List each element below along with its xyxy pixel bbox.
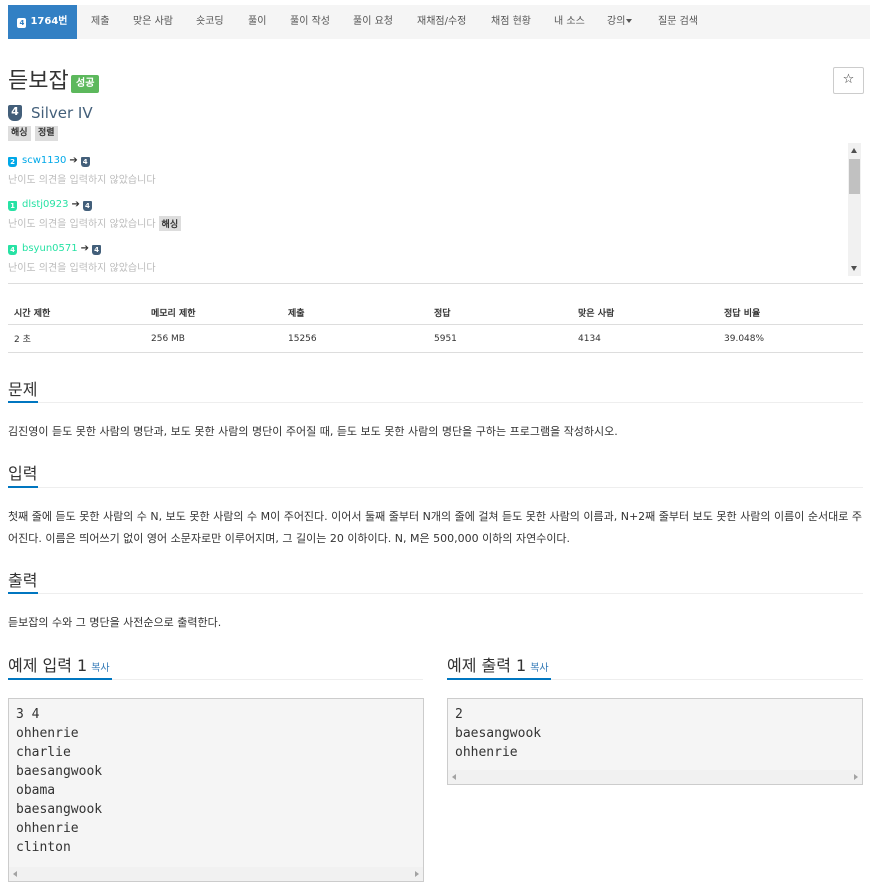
tier-icon: 4 <box>17 18 27 28</box>
table-header: 맞은 사람 <box>572 300 718 325</box>
problem-title: 듣보잡 <box>8 69 69 94</box>
divider <box>8 283 863 284</box>
heading-underline <box>8 486 38 488</box>
nav-rejudge[interactable]: 재채점/수정 <box>417 5 466 39</box>
opinion-note-text: 난이도 의견을 입력하지 않았습니다 <box>8 263 156 274</box>
nav-submit[interactable]: 제출 <box>91 5 109 39</box>
horizontal-scrollbar[interactable] <box>9 867 423 881</box>
table-header: 시간 제한 <box>8 300 145 325</box>
output-description: 듣보잡의 수와 그 명단을 사전순으로 출력한다. <box>8 616 222 629</box>
table-header: 정답 <box>428 300 572 325</box>
tier-icon: 4 <box>92 245 101 255</box>
sample-output-heading: 예제 출력 1 복사 <box>447 652 549 676</box>
scroll-down-icon[interactable] <box>851 266 857 271</box>
table-header-row: 시간 제한 메모리 제한 제출 정답 맞은 사람 정답 비율 <box>8 300 863 325</box>
sample-input-text: 3 4 ohhenrie charlie baesangwook obama b… <box>16 707 103 855</box>
algorithm-tag[interactable]: 정렬 <box>35 126 58 141</box>
nav-lectures-dropdown[interactable]: 강의 <box>607 5 633 39</box>
nav-write-solution[interactable]: 풀이 작성 <box>290 5 330 39</box>
table-row: 2 초 256 MB 15256 5951 4134 39.048% <box>8 324 863 353</box>
opinion-tag: 해싱 <box>158 216 182 231</box>
heading-underline <box>8 592 38 594</box>
input-heading: 입력 <box>8 464 38 483</box>
table-cell: 256 MB <box>145 324 282 353</box>
nav-my-source[interactable]: 내 소스 <box>554 5 585 39</box>
user-link[interactable]: bsyun0571 <box>22 243 78 254</box>
nav-question-search[interactable]: 질문 검색 <box>658 5 698 39</box>
sample-output-box[interactable]: 2 baesangwook ohhenrie <box>447 698 863 785</box>
table-cell: 39.048% <box>718 324 863 353</box>
tier-icon: 4 <box>82 201 92 211</box>
table-header: 정답 비율 <box>718 300 863 325</box>
difficulty-opinions-list: 2 scw1130 ➔ 4 난이도 의견을 입력하지 않았습니다 1 dlstj0923… <box>8 143 844 276</box>
opinion-note-text: 난이도 의견을 입력하지 않았습니다 <box>8 219 156 230</box>
nav-judge-status[interactable]: 채점 현황 <box>491 5 531 39</box>
copy-output-button[interactable]: 복사 <box>530 663 548 674</box>
heading-underline <box>8 401 38 403</box>
nav-solved-users[interactable]: 맞은 사람 <box>133 5 173 39</box>
nav-solutions[interactable]: 풀이 <box>248 5 266 39</box>
opinion-note: 난이도 의견을 입력하지 않았습니다 <box>8 259 156 274</box>
table-header: 제출 <box>282 300 428 325</box>
nav-tab-problem[interactable]: 4 1764번 <box>8 5 77 39</box>
section-divider <box>8 487 863 488</box>
scroll-thumb[interactable] <box>849 159 860 194</box>
scroll-right-icon[interactable] <box>854 774 858 780</box>
problem-heading: 문제 <box>8 380 38 399</box>
section-divider <box>8 593 863 594</box>
table-cell: 4134 <box>572 324 718 353</box>
nav-short-coding[interactable]: 숏코딩 <box>196 5 224 39</box>
opinions-scrollbar[interactable] <box>848 143 861 276</box>
scroll-left-icon[interactable] <box>452 774 456 780</box>
tier-icon: 4 <box>8 245 17 255</box>
nav-lectures-label: 강의 <box>607 16 626 27</box>
star-button[interactable]: ☆ <box>833 67 864 94</box>
nav-tab-problem-label: 1764번 <box>30 16 68 27</box>
table-cell: 15256 <box>282 324 428 353</box>
output-heading: 출력 <box>8 571 38 590</box>
problem-info-table: 시간 제한 메모리 제한 제출 정답 맞은 사람 정답 비율 2 초 256 M… <box>8 300 863 353</box>
nav-request-solution[interactable]: 풀이 요청 <box>353 5 393 39</box>
scroll-left-icon[interactable] <box>13 871 17 877</box>
heading-underline <box>447 678 551 680</box>
problem-description: 김진영이 듣도 못한 사람의 명단과, 보도 못한 사람의 명단이 주어질 때,… <box>8 425 618 438</box>
opinion-note-text: 난이도 의견을 입력하지 않았습니다 <box>8 175 156 186</box>
table-header: 메모리 제한 <box>145 300 282 325</box>
tier-icon: 4 <box>80 157 90 167</box>
opinion-user: 2 scw1130 ➔ 4 <box>8 155 95 167</box>
table-cell: 5951 <box>428 324 572 353</box>
opinion-note: 난이도 의견을 입력하지 않았습니다 해싱 <box>8 215 182 231</box>
scroll-up-icon[interactable] <box>851 148 857 153</box>
scroll-right-icon[interactable] <box>415 871 419 877</box>
opinion-user: 1 dlstj0923 ➔ 4 <box>8 199 97 211</box>
sample-output-title: 예제 출력 1 <box>447 656 527 675</box>
table-cell: 2 초 <box>8 324 145 353</box>
tier-icon: 4 <box>8 105 22 121</box>
caret-down-icon <box>626 19 633 23</box>
heading-underline <box>8 678 112 680</box>
arrow-right-icon: ➔ <box>69 155 78 166</box>
sample-input-title: 예제 입력 1 <box>8 656 88 675</box>
section-divider <box>8 402 863 403</box>
tier-icon: 1 <box>8 201 17 211</box>
tier-label: Silver IV <box>31 104 93 122</box>
arrow-right-icon: ➔ <box>71 199 80 210</box>
horizontal-scrollbar[interactable] <box>448 770 862 784</box>
opinion-user: 4 bsyun0571 ➔ 4 <box>8 243 106 255</box>
problem-nav-bar: 4 1764번 제출 맞은 사람 숏코딩 풀이 풀이 작성 풀이 요청 재채점/수… <box>8 5 870 39</box>
sample-output-text: 2 baesangwook ohhenrie <box>455 707 542 760</box>
sample-input-heading: 예제 입력 1 복사 <box>8 652 110 676</box>
user-link[interactable]: dlstj0923 <box>22 199 68 210</box>
result-badge: 성공 <box>71 75 100 93</box>
opinion-note: 난이도 의견을 입력하지 않았습니다 <box>8 171 156 186</box>
copy-input-button[interactable]: 복사 <box>91 663 109 674</box>
user-link[interactable]: scw1130 <box>22 155 66 166</box>
sample-input-box[interactable]: 3 4 ohhenrie charlie baesangwook obama b… <box>8 698 424 882</box>
arrow-right-icon: ➔ <box>80 243 89 254</box>
algorithm-tag[interactable]: 해싱 <box>8 126 31 141</box>
input-description: 첫째 줄에 듣도 못한 사람의 수 N, 보도 못한 사람의 수 M이 주어진다… <box>8 510 862 545</box>
tier-icon: 2 <box>8 157 17 167</box>
star-icon: ☆ <box>842 72 855 87</box>
